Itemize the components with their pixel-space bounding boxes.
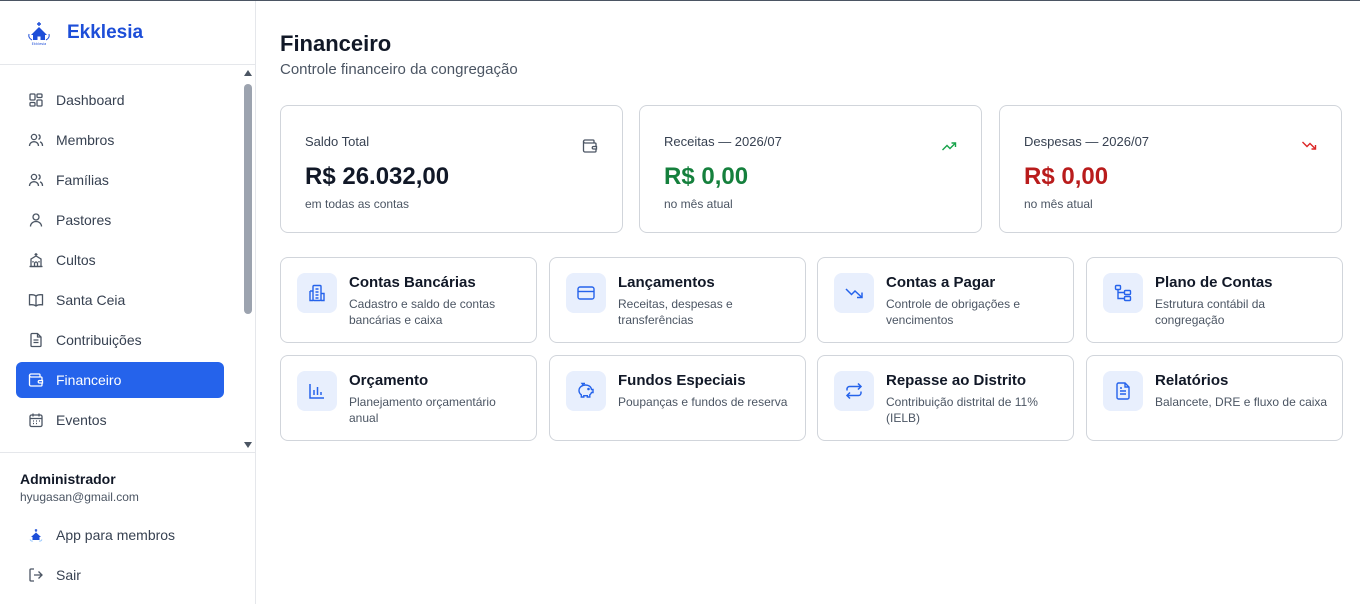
- sidebar-item-familias[interactable]: Famílias: [16, 162, 224, 198]
- stat-label: Receitas — 2026/07: [664, 134, 782, 149]
- church-small-icon: [28, 527, 44, 543]
- card-description: Cadastro e saldo de contas bancárias e c…: [349, 297, 496, 327]
- sidebar-item-label: Santa Ceia: [56, 292, 126, 308]
- sidebar-item-santa-ceia[interactable]: Santa Ceia: [16, 282, 224, 318]
- svg-text:Ekklesia: Ekklesia: [32, 42, 47, 46]
- sidebar-item-label: Famílias: [56, 172, 109, 188]
- members-app-label: App para membros: [56, 527, 176, 543]
- calendar-icon: [28, 412, 44, 428]
- piggy-bank-icon: [566, 371, 606, 411]
- card-title: Contas a Pagar: [886, 274, 996, 291]
- sidebar-item-label: Membros: [56, 132, 115, 148]
- card-title: Fundos Especiais: [618, 372, 746, 389]
- user-email: hyugasan@gmail.com: [20, 490, 139, 504]
- sidebar-item-contribuicoes[interactable]: Contribuições: [16, 322, 224, 358]
- sidebar-item-label: Financeiro: [56, 372, 122, 388]
- users-icon: [28, 132, 44, 148]
- card-description: Receitas, despesas e transferências: [618, 297, 733, 327]
- sidebar-item-label: Cultos: [56, 252, 96, 268]
- sidebar-item-label: Pastores: [56, 212, 112, 228]
- logout-button[interactable]: Sair: [16, 557, 224, 593]
- tree-icon: [1103, 273, 1143, 313]
- sidebar-item-eventos[interactable]: Eventos: [16, 402, 224, 438]
- stat-subtext: no mês atual: [1024, 197, 1093, 211]
- brand-name: Ekklesia: [67, 21, 144, 43]
- stat-card-despesas: Despesas — 2026/07 R$ 0,00 no mês atual: [999, 105, 1342, 233]
- logout-icon: [28, 567, 44, 583]
- grid-icon: [28, 92, 44, 108]
- stat-value: R$ 0,00: [1024, 163, 1109, 190]
- card-description: Planejamento orçamentário anual: [349, 395, 496, 425]
- user-info: Administrador hyugasan@gmail.com: [0, 452, 256, 504]
- wallet-icon: [28, 372, 44, 388]
- scroll-down-arrow-icon[interactable]: [244, 442, 252, 448]
- bar-chart-icon: [297, 371, 337, 411]
- bank-icon: [297, 273, 337, 313]
- file-text-icon: [1103, 371, 1143, 411]
- page-subtitle: Controle financeiro da congregação: [280, 61, 518, 78]
- user-icon: [28, 212, 44, 228]
- trending-down-icon: [1301, 138, 1317, 154]
- user-role: Administrador: [20, 471, 116, 487]
- stat-label: Despesas — 2026/07: [1024, 134, 1150, 149]
- sidebar-item-dashboard[interactable]: Dashboard: [16, 82, 224, 118]
- sidebar-item-financeiro[interactable]: Financeiro: [16, 362, 224, 398]
- file-text-icon: [28, 332, 44, 348]
- card-repasse-ao-distrito[interactable]: Repasse ao Distrito Contribuição distrit…: [817, 355, 1074, 441]
- sidebar-item-cultos[interactable]: Cultos: [16, 242, 224, 278]
- card-description: Contribuição distrital de 11% (IELB): [886, 395, 1038, 425]
- stat-card-receitas: Receitas — 2026/07 R$ 0,00 no mês atual: [639, 105, 982, 233]
- card-fundos-especiais[interactable]: Fundos Especiais Poupanças e fundos de r…: [549, 355, 806, 441]
- church-logo-icon: Ekklesia: [28, 21, 50, 46]
- stat-subtext: em todas as contas: [305, 197, 410, 211]
- card-description: Poupanças e fundos de reserva: [618, 395, 788, 409]
- card-title: Orçamento: [349, 372, 429, 389]
- main-content: Financeiro Controle financeiro da congre…: [256, 1, 1360, 604]
- credit-card-icon: [566, 273, 606, 313]
- wallet-icon: [582, 138, 598, 154]
- book-open-icon: [28, 292, 44, 308]
- arrows-exchange-icon: [834, 371, 874, 411]
- stat-value: R$ 0,00: [664, 163, 749, 190]
- card-orcamento[interactable]: Orçamento Planejamento orçamentário anua…: [280, 355, 537, 441]
- scroll-up-arrow-icon[interactable]: [244, 70, 252, 76]
- card-plano-de-contas[interactable]: Plano de Contas Estrutura contábil da co…: [1086, 257, 1343, 343]
- card-title: Contas Bancárias: [349, 274, 476, 291]
- card-title: Relatórios: [1155, 372, 1229, 389]
- card-contas-bancarias[interactable]: Contas Bancárias Cadastro e saldo de con…: [280, 257, 537, 343]
- card-description: Controle de obrigações e vencimentos: [886, 297, 1021, 327]
- sidebar-nav: Dashboard Membros Famílias Pastores Cult…: [0, 66, 256, 452]
- sidebar-item-pastores[interactable]: Pastores: [16, 202, 224, 238]
- stat-card-saldo-total: Saldo Total R$ 26.032,00 em todas as con…: [280, 105, 623, 233]
- scrollbar-thumb[interactable]: [244, 84, 252, 314]
- users-icon: [28, 172, 44, 188]
- sidebar-item-membros[interactable]: Membros: [16, 122, 224, 158]
- members-app-link[interactable]: App para membros: [16, 517, 224, 553]
- stat-subtext: no mês atual: [664, 197, 733, 211]
- logout-label: Sair: [56, 567, 81, 583]
- card-contas-a-pagar[interactable]: Contas a Pagar Controle de obrigações e …: [817, 257, 1074, 343]
- sidebar-item-label: Dashboard: [56, 92, 125, 108]
- brand[interactable]: Ekklesia Ekklesia: [0, 1, 255, 65]
- sidebar: Ekklesia Ekklesia Dashboard Membros Famí…: [0, 1, 256, 604]
- card-lancamentos[interactable]: Lançamentos Receitas, despesas e transfe…: [549, 257, 806, 343]
- church-icon: [28, 252, 44, 268]
- card-title: Lançamentos: [618, 274, 715, 291]
- sidebar-item-label: Contribuições: [56, 332, 142, 348]
- card-title: Plano de Contas: [1155, 274, 1273, 291]
- card-title: Repasse ao Distrito: [886, 372, 1027, 389]
- sidebar-scrollbar[interactable]: [244, 70, 252, 448]
- trending-up-icon: [941, 138, 957, 154]
- stat-value: R$ 26.032,00: [305, 163, 450, 190]
- trending-down-icon: [834, 273, 874, 313]
- page-title: Financeiro: [280, 31, 392, 56]
- sidebar-item-label: Eventos: [56, 412, 107, 428]
- card-relatorios[interactable]: Relatórios Balancete, DRE e fluxo de cai…: [1086, 355, 1343, 441]
- card-description: Estrutura contábil da congregação: [1155, 297, 1266, 327]
- stat-label: Saldo Total: [305, 134, 370, 149]
- card-description: Balancete, DRE e fluxo de caixa: [1155, 395, 1328, 409]
